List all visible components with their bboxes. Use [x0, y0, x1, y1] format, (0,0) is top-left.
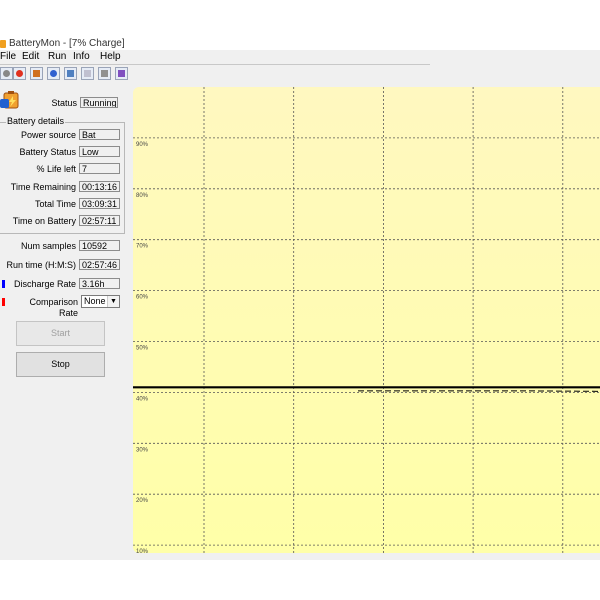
start-button[interactable]: Start — [16, 321, 105, 346]
power-source-value: Bat — [79, 129, 120, 140]
menu-info[interactable]: Info — [73, 51, 90, 63]
calculator-icon[interactable] — [64, 67, 77, 80]
menu-separator — [0, 64, 430, 65]
y-tick-label: 80% — [136, 193, 149, 199]
y-tick-label: 10% — [136, 549, 149, 553]
discharge-rate-value: 3.16h — [79, 278, 120, 289]
time-remaining-label: Time Remaining — [10, 182, 76, 192]
life-left-label: % Life left — [36, 164, 76, 174]
menu-bar: File Edit Run Info Help — [0, 51, 430, 63]
num-samples-value: 10592 — [79, 240, 120, 251]
run-time-label: Run time (H:M:S) — [6, 260, 76, 270]
battery-status-value: Low — [79, 146, 120, 157]
tools-icon[interactable] — [98, 67, 111, 80]
stop-icon[interactable] — [13, 67, 26, 80]
time-on-battery-value: 02:57:11 — [79, 215, 120, 226]
menu-run[interactable]: Run — [48, 51, 66, 63]
status-label: Status — [51, 98, 77, 108]
power-source-label: Power source — [20, 130, 76, 140]
window-title: BatteryMon - [7% Charge] — [9, 38, 125, 49]
stop-button[interactable]: Stop — [16, 352, 105, 377]
battery-details-title: Battery details — [6, 116, 66, 127]
total-time-label: Total Time — [34, 199, 76, 209]
chevron-down-icon[interactable]: ▼ — [107, 296, 119, 307]
discharge-rate-label: Discharge Rate — [13, 279, 76, 289]
comparison-rate-label: Comparison Rate — [29, 297, 78, 318]
y-tick-label: 70% — [136, 244, 149, 250]
num-samples-label: Num samples — [20, 241, 76, 251]
help-icon[interactable] — [115, 67, 128, 80]
time-on-battery-label: Time on Battery — [12, 216, 76, 226]
y-tick-label: 20% — [136, 498, 149, 504]
run-time-value: 02:57:46 — [79, 259, 120, 270]
comparison-rate-selected: None — [84, 296, 106, 306]
y-tick-label: 50% — [136, 346, 149, 352]
status-value: Running — [80, 97, 118, 108]
batterymon-window: BatteryMon - [7% Charge] File Edit Run I… — [0, 38, 600, 560]
battery-logo-icon — [0, 91, 19, 109]
discharge-rate-color-marker — [2, 280, 5, 288]
menu-edit[interactable]: Edit — [22, 51, 39, 63]
total-time-value: 03:09:31 — [79, 198, 120, 209]
record-icon[interactable] — [0, 67, 13, 80]
battery-status-label: Battery Status — [19, 147, 76, 157]
menu-help[interactable]: Help — [100, 51, 121, 63]
life-left-value: 7 — [79, 163, 120, 174]
time-remaining-value: 00:13:16 — [79, 181, 120, 192]
chart-background — [133, 87, 600, 553]
toolbar — [0, 67, 140, 83]
title-bar: BatteryMon - [7% Charge] — [0, 38, 600, 50]
y-tick-label: 40% — [136, 396, 149, 402]
y-tick-label: 90% — [136, 142, 149, 148]
charge-history-chart: 90%80%70%60%50%40%30%20%10%15:09:3415:09… — [133, 87, 600, 553]
comparison-rate-color-marker — [2, 298, 5, 306]
chart-icon[interactable] — [81, 67, 94, 80]
app-icon — [0, 40, 6, 48]
info-icon[interactable] — [47, 67, 60, 80]
battery-icon[interactable] — [30, 67, 43, 80]
comparison-rate-select[interactable]: None ▼ — [81, 295, 120, 308]
menu-file[interactable]: File — [0, 51, 16, 63]
y-tick-label: 30% — [136, 447, 149, 453]
y-tick-label: 60% — [136, 295, 149, 301]
